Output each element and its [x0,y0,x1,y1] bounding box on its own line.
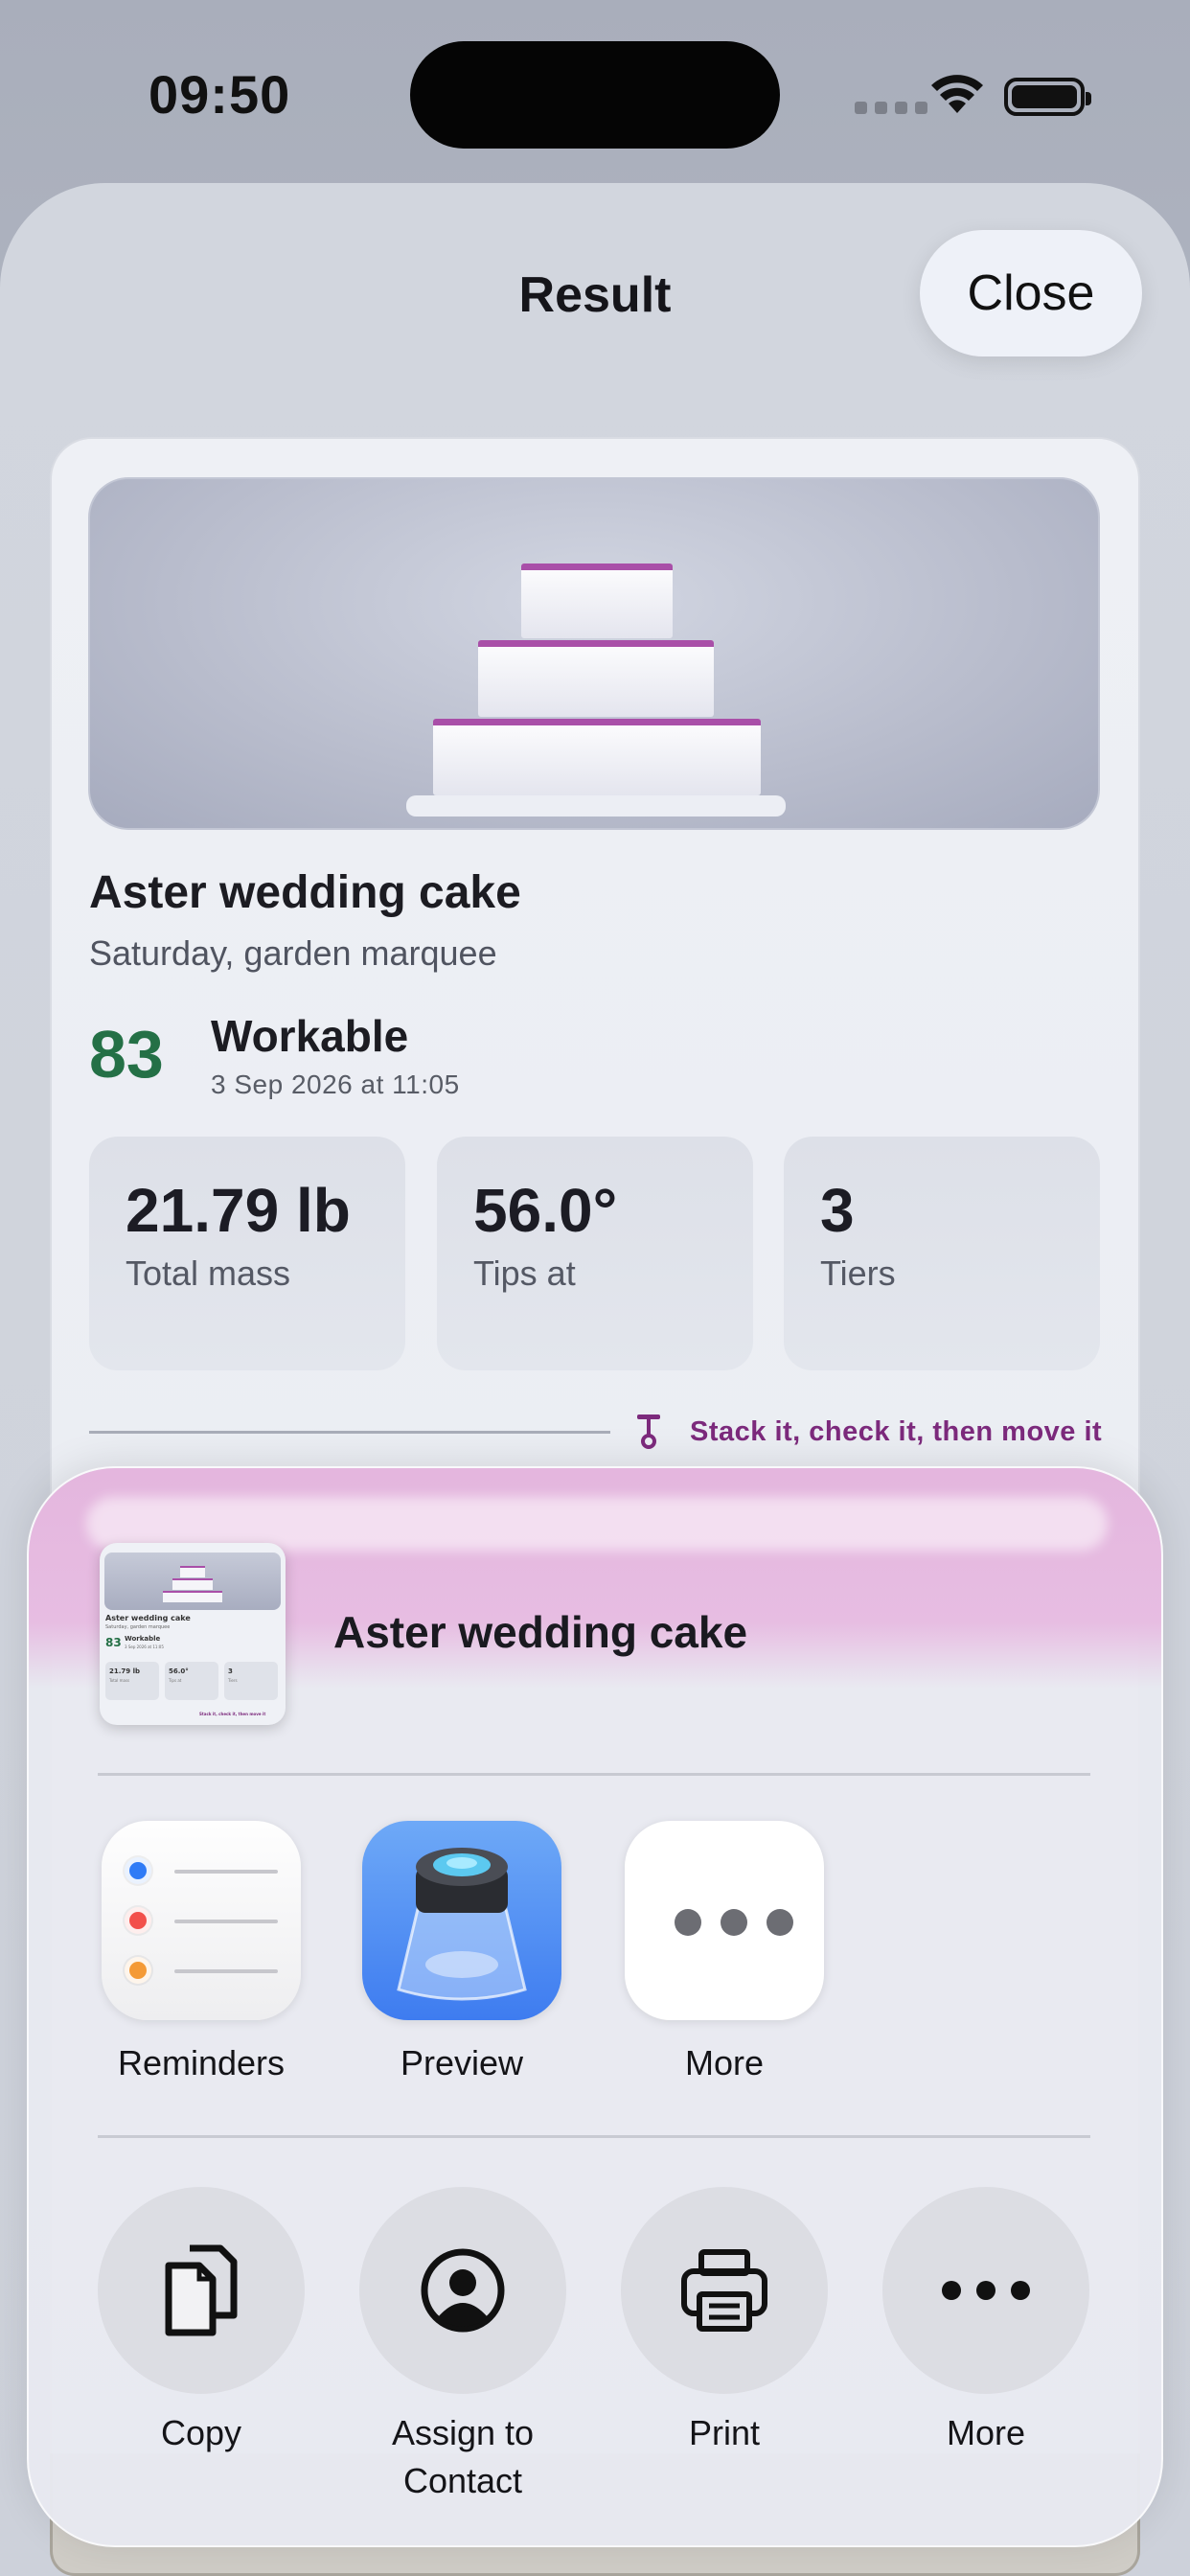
thumbnail-cake-tier [172,1578,213,1590]
assign-to-contact-label: Assign to Contact [391,2413,535,2500]
thumbnail-stat-label: Tips at [169,1678,182,1683]
reminders-dot-orange [125,1957,151,1984]
cellular-signal-icon [855,102,927,114]
share-separator [98,2135,1090,2138]
share-separator [98,1773,1090,1776]
thumbnail-score: 83 [105,1636,122,1649]
reminders-app-label: Reminders [117,2043,286,2082]
cake-tier-middle [478,640,714,717]
reminders-dot-red [125,1907,151,1934]
thumbnail-stat-label: Tiers [228,1678,238,1683]
status-time: 09:50 [149,64,291,125]
cake-subtitle: Saturday, garden marquee [89,933,497,973]
share-title: Aster wedding cake [333,1607,748,1657]
dynamic-island [410,41,780,149]
thumbnail-cake-tier [180,1566,205,1577]
thumbnail-date: 3 Sep 2026 at 11:05 [125,1644,164,1649]
thumbnail-stat-label: Total mass [109,1678,130,1683]
thumbnail-tagline: Stack it, check it, then move it [199,1712,266,1716]
print-icon [681,2249,767,2332]
contact-icon [421,2248,505,2333]
status-date: 3 Sep 2026 at 11:05 [211,1070,460,1099]
share-thumbnail: Aster wedding cake Saturday, garden marq… [100,1543,286,1725]
stat-label: Total mass [126,1254,291,1293]
assign-to-contact-button[interactable] [359,2187,566,2394]
thumbnail-cake-tier [163,1591,222,1602]
thumbnail-stat: 3 Tiers [224,1662,278,1700]
cake-title: Aster wedding cake [89,867,521,918]
stat-value: 21.79 lb [126,1176,351,1245]
score-value: 83 [89,1017,164,1092]
cake-tier-top [521,564,673,638]
more-apps-button[interactable] [625,1821,824,2020]
thumbnail-subtitle: Saturday, garden marquee [105,1624,171,1630]
preview-app-button[interactable] [362,1821,561,2020]
thumbnail-stat-value: 21.79 lb [109,1668,140,1675]
more-actions-button[interactable] [882,2187,1089,2394]
cake-tier-bottom [433,719,761,795]
stat-label: Tiers [820,1254,896,1293]
more-icon [675,1909,793,1936]
reminders-app-button[interactable] [102,1821,301,2020]
stat-tiers: 3 Tiers [784,1137,1100,1370]
card-divider [89,1431,610,1434]
reminders-line [174,1969,278,1973]
thumbnail-stat: 21.79 lb Total mass [105,1662,159,1700]
reminders-line [174,1920,278,1923]
copy-button[interactable] [98,2187,305,2394]
battery-icon [1004,78,1091,116]
preview-app-icon [397,1848,527,2001]
cake-plate [406,795,786,816]
close-button[interactable]: Close [920,230,1142,356]
thumbnail-title: Aster wedding cake [105,1614,191,1622]
copy-icon [165,2244,238,2336]
level-tool-icon [637,1414,660,1449]
thumbnail-stat-value: 56.0° [169,1668,189,1675]
reminders-dot-blue [125,1857,151,1884]
thumbnail-stat-value: 3 [228,1668,233,1675]
print-label: Print [688,2413,761,2452]
preview-app-label: Preview [400,2043,524,2082]
print-button[interactable] [621,2187,828,2394]
copy-label: Copy [160,2413,242,2452]
cake-hero-image [88,477,1100,830]
thumbnail-stat: 56.0° Tips at [165,1662,218,1700]
wifi-icon [931,75,983,113]
more-actions-label: More [946,2413,1026,2452]
status-label: Workable [211,1011,409,1061]
stat-tips-at: 56.0° Tips at [437,1137,753,1370]
tagline: Stack it, check it, then move it [690,1416,1103,1447]
stat-total-mass: 21.79 lb Total mass [89,1137,405,1370]
stat-value: 3 [820,1176,855,1245]
ellipsis-icon [942,2281,1030,2300]
stat-value: 56.0° [473,1176,618,1245]
stat-label: Tips at [473,1254,576,1293]
thumbnail-status: Workable [125,1635,161,1643]
more-apps-label: More [684,2043,765,2082]
reminders-line [174,1870,278,1874]
